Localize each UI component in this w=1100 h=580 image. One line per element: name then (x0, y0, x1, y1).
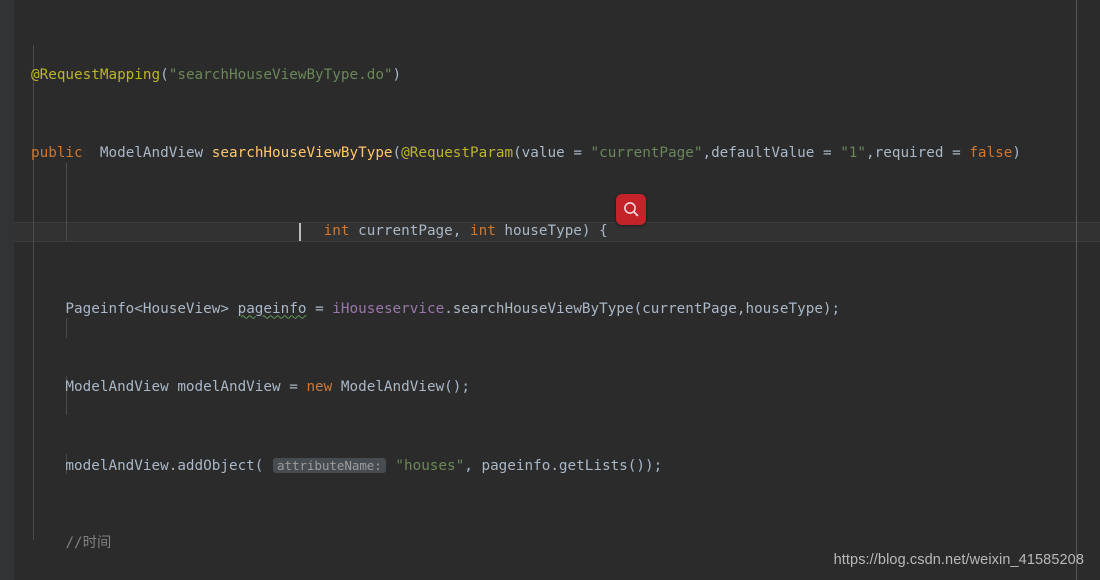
spell-warning-token: pageinfo (237, 300, 307, 317)
annotation-token: @RequestMapping (31, 66, 161, 83)
code-line[interactable]: ModelAndView modelAndView = new ModelAnd… (0, 378, 1100, 398)
code-line[interactable]: modelAndView.addObject( attributeName: "… (0, 456, 1100, 476)
method-name-token: searchHouseViewByType (211, 144, 393, 161)
comment-token: //时间 (65, 534, 112, 551)
field-token: iHouseservice (332, 300, 445, 317)
string-literal: "searchHouseViewByType.do" (168, 66, 393, 83)
code-line[interactable]: Pageinfo<HouseView> pageinfo = iHouseser… (0, 300, 1100, 320)
code-line[interactable]: int currentPage, int houseType) { (0, 222, 1100, 242)
text-caret (299, 223, 301, 241)
watermark-text: https://blog.csdn.net/weixin_41585208 (833, 551, 1084, 568)
code-content[interactable]: @RequestMapping("searchHouseViewByType.d… (0, 7, 1100, 580)
code-line[interactable]: public ModelAndView searchHouseViewByTyp… (0, 144, 1100, 164)
code-editor[interactable]: @RequestMapping("searchHouseViewByType.d… (0, 0, 1100, 580)
search-icon[interactable] (616, 194, 646, 225)
parameter-hint-badge: attributeName: (273, 457, 386, 473)
code-line[interactable]: @RequestMapping("searchHouseViewByType.d… (0, 66, 1100, 86)
